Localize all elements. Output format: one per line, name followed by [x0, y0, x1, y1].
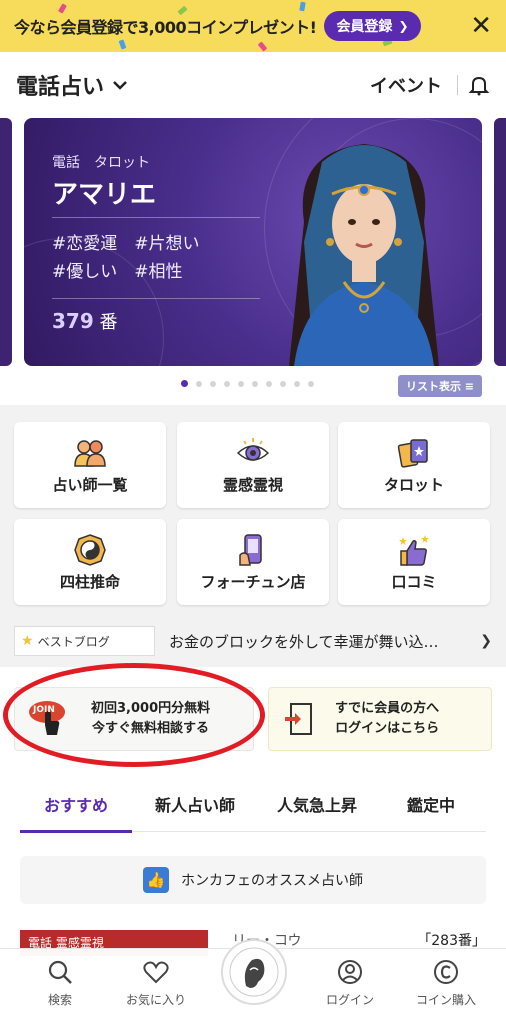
menu-tile-label: フォーチュン店 — [200, 572, 306, 591]
carousel-dot[interactable] — [294, 380, 300, 387]
menu-tile-reviews[interactable]: 口コミ — [338, 519, 490, 605]
tags-line-1: #恋愛運 #片想い — [52, 234, 200, 254]
promo-text: 今なら会員登録で3,000コインプレゼント! — [14, 18, 317, 37]
nav-label: コイン購入 — [415, 993, 476, 1007]
bell-icon[interactable] — [468, 74, 490, 96]
header-divider — [457, 75, 458, 95]
listing-tabs: おすすめ 新人占い師 人気急上昇 鑑定中 — [20, 776, 486, 833]
menu-tile-psychic[interactable]: 霊感霊視 — [177, 422, 329, 508]
user-icon — [338, 960, 362, 984]
login-line-2: ログインはこちら — [335, 721, 440, 736]
nav-label: お気に入り — [125, 993, 186, 1007]
event-link[interactable]: イベント — [370, 72, 442, 98]
card-name: アマリエ — [52, 180, 157, 210]
carousel-pagination — [181, 380, 314, 387]
carousel-dot[interactable] — [280, 380, 286, 387]
carousel-dot[interactable] — [266, 380, 272, 387]
recommended-title: ホンカフェのオススメ占い師 — [181, 873, 363, 889]
phone-hand-icon — [239, 533, 262, 566]
tab-new-fortune-tellers[interactable]: 新人占い師 — [132, 776, 258, 832]
page-title: 電話占い — [16, 75, 105, 100]
star-icon: ★ — [21, 633, 34, 649]
close-icon[interactable]: ✕ — [470, 11, 492, 41]
carousel-dot-active[interactable] — [181, 380, 188, 387]
login-door-icon — [285, 703, 312, 735]
card-category: 電話 タロット — [52, 155, 150, 171]
list-item-number: 「283番」 — [417, 933, 486, 949]
best-blog-ticker[interactable]: ★ ベストブログ お金のブロックを外して幸運が舞い込… ❯ — [14, 626, 492, 656]
list-view-button[interactable]: リスト表示 ≡ — [398, 375, 482, 397]
tab-recommended[interactable]: おすすめ — [20, 776, 132, 833]
fortune-teller-portrait — [289, 144, 439, 366]
best-blog-tag-label: ベストブログ — [37, 634, 110, 649]
chevron-right-icon[interactable]: ❯ — [480, 633, 492, 649]
carousel-dot[interactable] — [224, 380, 230, 387]
service-selector[interactable]: 電話占い — [16, 69, 128, 101]
nav-search[interactable]: 検索 — [20, 959, 100, 1008]
featured-fortune-teller-card[interactable]: 電話 タロット アマリエ #恋愛運 #片想い #優しい #相性 379 番 — [24, 118, 482, 366]
nav-login[interactable]: ログイン — [310, 959, 390, 1008]
menu-tile-label: 四柱推命 — [59, 572, 120, 591]
menu-tile-label: 口コミ — [391, 572, 437, 591]
fortune-teller-carousel[interactable]: 電話 タロット アマリエ #恋愛運 #片想い #優しい #相性 379 番 — [0, 118, 506, 368]
register-button[interactable]: 会員登録 ❯ — [324, 11, 421, 41]
menu-tile-label: 占い師一覧 — [52, 475, 128, 494]
card-number: 379 番 — [52, 308, 117, 334]
card-divider — [52, 298, 260, 299]
eye-icon — [236, 437, 270, 461]
tags-line-2: #優しい #相性 — [52, 262, 183, 282]
menu-tile-fortune-shop[interactable]: フォーチュン店 — [177, 519, 329, 605]
register-button-label: 会員登録 — [336, 19, 393, 35]
recommended-header: 👍 ホンカフェのオススメ占い師 — [20, 856, 486, 904]
member-login-text: すでに会員の方へ ログインはこちら — [335, 699, 439, 739]
annotation-highlight-circle — [3, 663, 265, 767]
nav-favorites[interactable]: お気に入り — [116, 959, 196, 1008]
yin-yang-icon — [74, 533, 106, 566]
confetti-decoration — [118, 39, 127, 50]
bottom-navigation: 検索 お気に入り ログイン コイン購入 — [0, 939, 506, 1024]
carousel-dot[interactable] — [238, 380, 244, 387]
search-icon — [48, 960, 72, 984]
heart-icon — [143, 961, 169, 984]
chevron-right-icon: ❯ — [398, 19, 409, 33]
menu-tile-tarot[interactable]: タロット — [338, 422, 490, 508]
menu-tile-four-pillars[interactable]: 四柱推命 — [14, 519, 166, 605]
nav-buy-coins[interactable]: コイン購入 — [406, 959, 486, 1008]
logo-icon — [229, 947, 279, 997]
card-number-suffix: 番 — [99, 312, 118, 333]
card-number-value: 379 — [52, 309, 94, 333]
carousel-dot[interactable] — [252, 380, 258, 387]
carousel-dot[interactable] — [308, 380, 314, 387]
best-blog-tag: ★ ベストブログ — [14, 626, 155, 656]
tab-in-session[interactable]: 鑑定中 — [376, 776, 486, 832]
home-logo-button[interactable] — [221, 939, 287, 1005]
member-login-button[interactable]: すでに会員の方へ ログインはこちら — [268, 687, 492, 751]
menu-tile-label: タロット — [383, 475, 444, 494]
card-divider — [52, 217, 260, 218]
carousel-dot[interactable] — [210, 380, 216, 387]
thumbs-up-icon: 👍 — [143, 867, 169, 893]
people-icon — [74, 439, 106, 467]
tab-trending[interactable]: 人気急上昇 — [258, 776, 376, 832]
confetti-decoration — [58, 3, 67, 14]
confetti-decoration — [299, 1, 306, 12]
promo-banner: 今なら会員登録で3,000コインプレゼント! 会員登録 ❯ ✕ — [0, 0, 506, 52]
nav-label: ログイン — [325, 993, 374, 1007]
carousel-next-card[interactable] — [494, 118, 506, 366]
confetti-decoration — [257, 41, 268, 52]
nav-label: 検索 — [47, 993, 72, 1007]
chevron-down-icon — [112, 76, 128, 95]
best-blog-title[interactable]: お金のブロックを外して幸運が舞い込… — [169, 631, 469, 652]
menu-tile-fortune-tellers[interactable]: 占い師一覧 — [14, 422, 166, 508]
menu-tile-label: 霊感霊視 — [222, 475, 283, 494]
card-tags: #恋愛運 #片想い #優しい #相性 — [52, 230, 232, 286]
thumbs-up-stars-icon — [399, 534, 429, 566]
tarot-cards-icon — [397, 438, 428, 468]
login-line-1: すでに会員の方へ — [335, 701, 440, 716]
app-header: 電話占い イベント — [0, 52, 506, 118]
carousel-dot[interactable] — [196, 380, 202, 387]
coin-icon — [434, 960, 458, 984]
carousel-prev-card[interactable] — [0, 118, 12, 366]
